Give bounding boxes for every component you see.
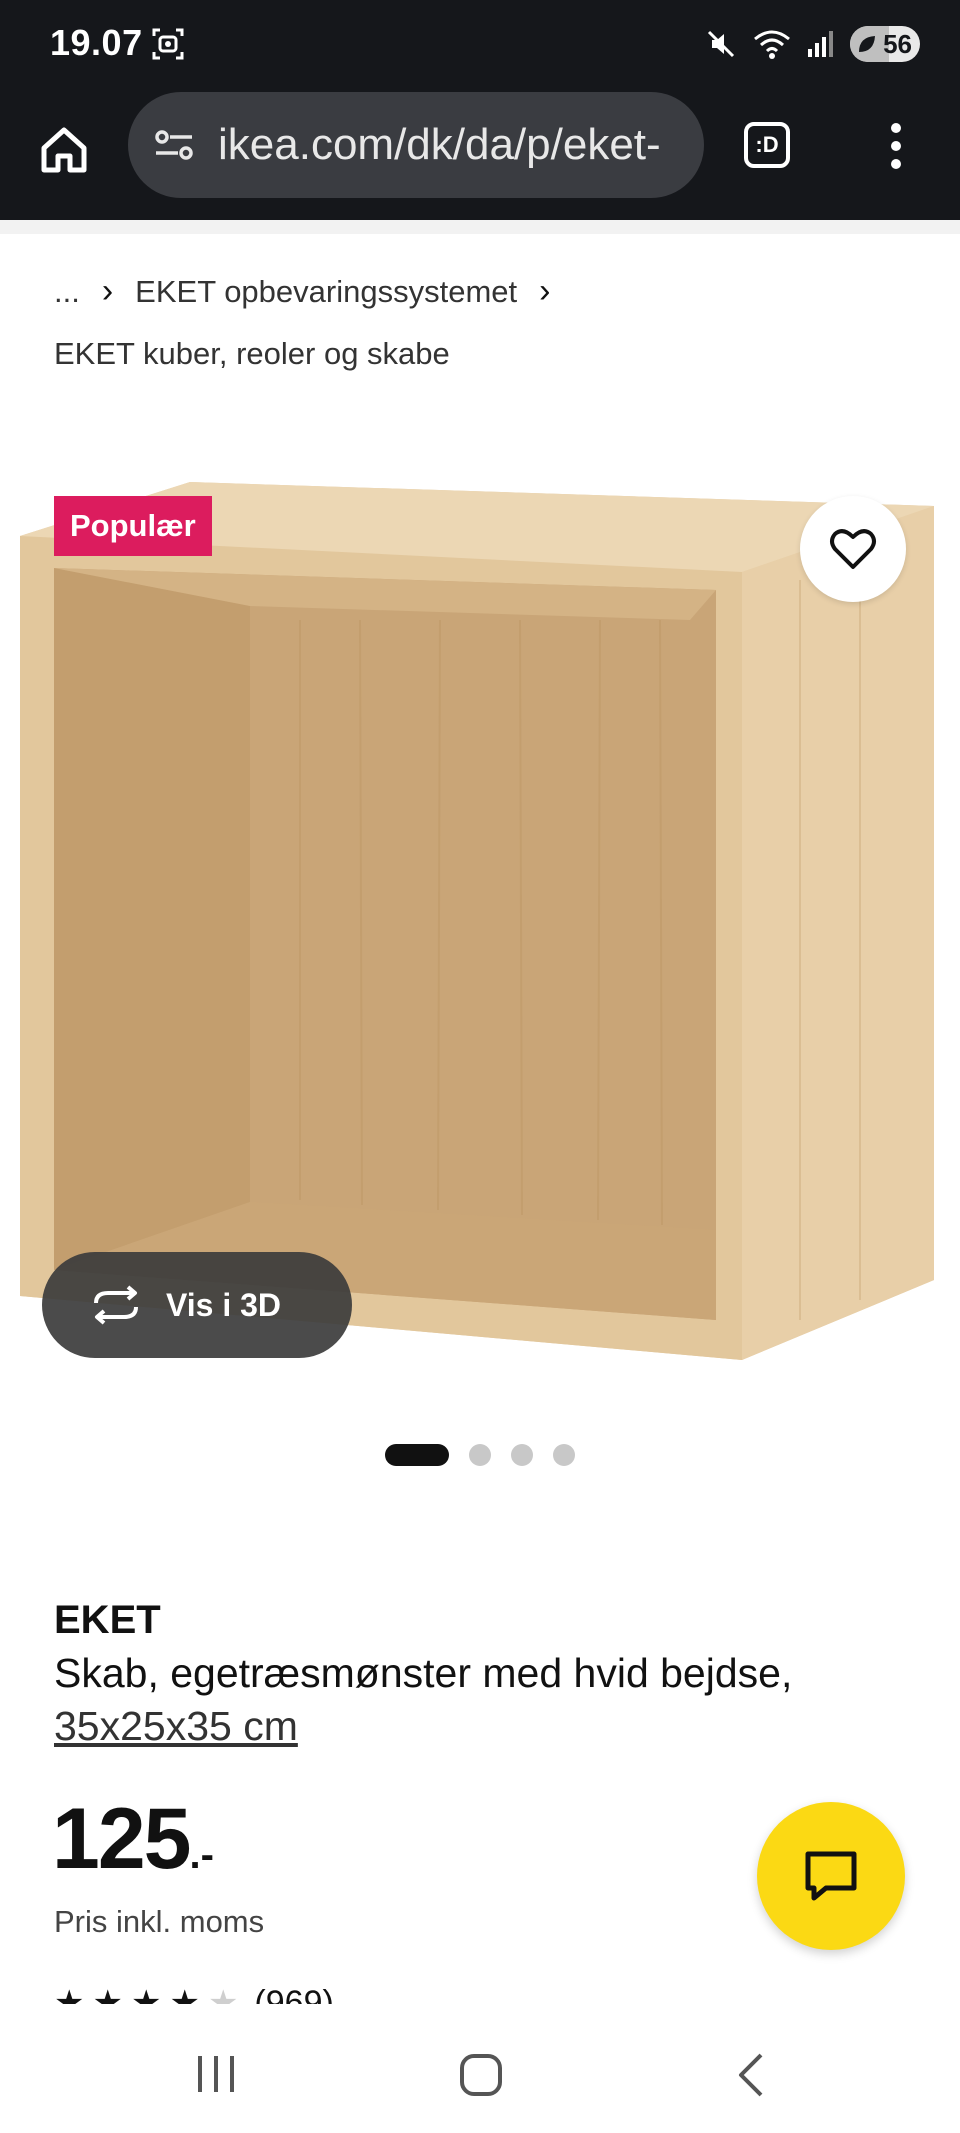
signal-icon (808, 31, 833, 57)
chevron-right-icon: › (539, 272, 551, 310)
product-description: Skab, egetræsmønster med hvid bejdse, (54, 1650, 793, 1696)
battery-level: 56 (883, 28, 912, 59)
home-icon[interactable] (36, 122, 92, 178)
product-image[interactable] (0, 460, 960, 1380)
system-nav-bar (0, 2010, 960, 2133)
more-vert-icon[interactable] (880, 120, 912, 172)
status-time: 19.07 (50, 22, 143, 63)
address-bar[interactable]: ikea.com/dk/da/p/eket- (128, 92, 704, 198)
rating-star-icon: ★ (169, 1988, 199, 2004)
breadcrumb: ... › EKET opbevaringssystemet › (54, 272, 572, 311)
tab-switcher-button[interactable]: :D (744, 122, 790, 168)
view-3d-button[interactable]: Vis i 3D (42, 1252, 352, 1358)
chat-button[interactable] (757, 1802, 905, 1950)
price-value: 125 (52, 1791, 191, 1887)
breadcrumb-item-category[interactable]: EKET kuber, reoler og skabe (54, 336, 450, 372)
favorite-button[interactable] (800, 496, 906, 602)
product-name: EKET (54, 1598, 161, 1642)
product-price: 125.- (52, 1790, 214, 1889)
price-note: Pris inkl. moms (54, 1904, 265, 1939)
back-icon[interactable] (735, 2052, 765, 2098)
breadcrumb-ellipsis[interactable]: ... (54, 274, 80, 310)
chevron-right-icon: › (101, 272, 114, 310)
browser-toolbar: ikea.com/dk/da/p/eket- :D (0, 92, 960, 220)
carousel-dot[interactable] (469, 1444, 491, 1466)
battery-indicator: 56 (850, 26, 920, 62)
popular-badge: Populær (54, 496, 212, 556)
rating-star-icon: ★ (131, 1988, 161, 2004)
chat-icon (805, 1851, 857, 1901)
product-rating[interactable]: ★ ★ ★ ★ ★ (969) (54, 1988, 334, 2004)
view-3d-label: Vis i 3D (166, 1286, 282, 1323)
product-size-link[interactable]: 35x25x35 cm (54, 1703, 298, 1750)
recents-icon[interactable] (194, 2054, 238, 2094)
heart-icon (830, 529, 876, 569)
rating-count: (969) (254, 1988, 333, 2004)
screenshot-icon (152, 28, 184, 60)
toolbar-divider (0, 220, 960, 234)
rating-star-icon: ★ (208, 1988, 238, 2004)
url-text[interactable]: ikea.com/dk/da/p/eket- (218, 120, 678, 170)
rating-star-icon: ★ (92, 1988, 122, 2004)
carousel-dot[interactable] (511, 1444, 533, 1466)
tune-icon[interactable] (152, 123, 196, 167)
rating-star-icon: ★ (54, 1988, 84, 2004)
wifi-icon (754, 30, 790, 59)
rotate-3d-icon (94, 1285, 138, 1325)
nav-home-icon[interactable] (460, 2054, 502, 2096)
carousel-dot[interactable] (385, 1444, 449, 1466)
mute-icon (707, 30, 735, 58)
price-suffix: .- (189, 1833, 214, 1877)
carousel-indicator (0, 1444, 960, 1466)
status-bar: 19.07 56 (0, 0, 960, 92)
breadcrumb-item-system[interactable]: EKET opbevaringssystemet (135, 274, 517, 310)
carousel-dot[interactable] (553, 1444, 575, 1466)
leaf-icon (859, 36, 875, 52)
